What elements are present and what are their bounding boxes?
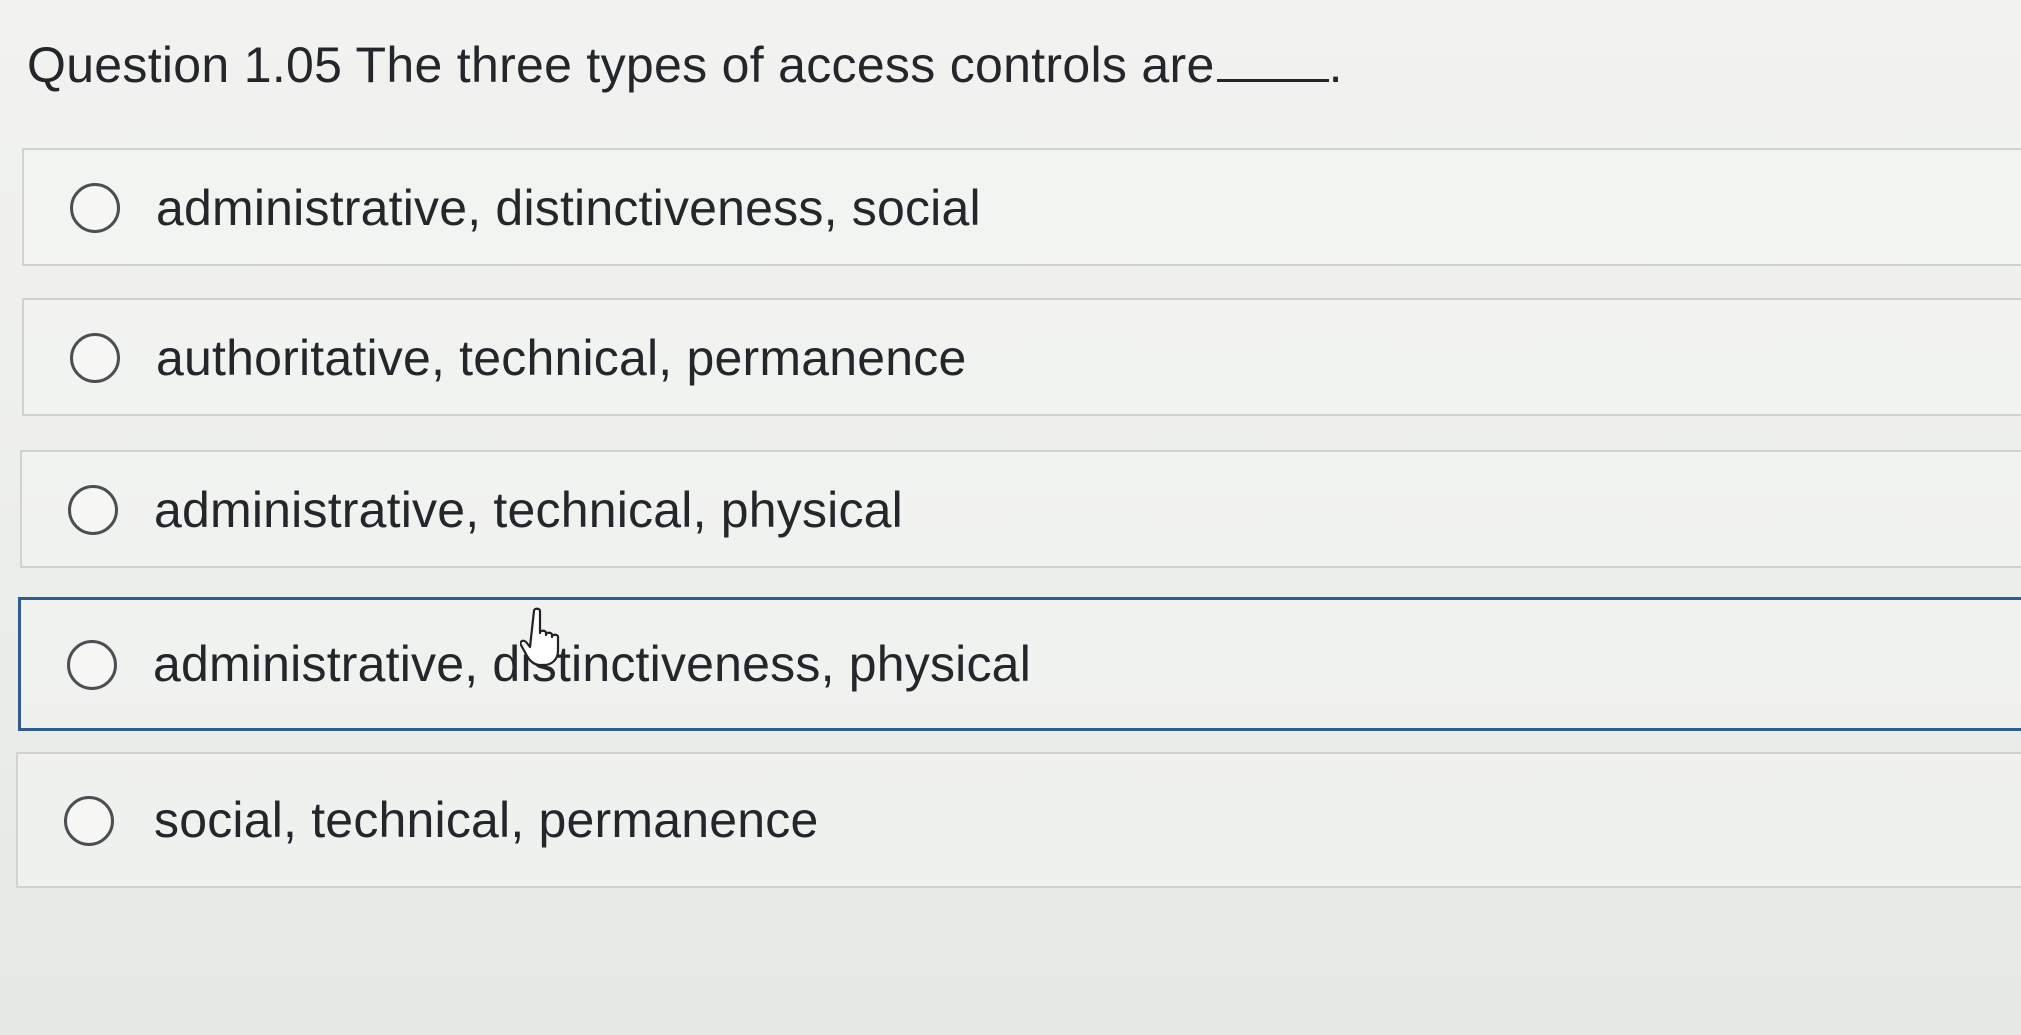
option-label: social, technical, permanence <box>154 792 819 848</box>
option-5[interactable]: social, technical, permanence <box>16 752 2021 888</box>
radio-button-empty-icon[interactable] <box>70 183 120 233</box>
radio-button-empty-icon[interactable] <box>64 796 114 846</box>
option-3[interactable]: administrative, technical, physical <box>20 450 2021 568</box>
quiz-page: Question 1.05 The three types of access … <box>0 0 2021 1035</box>
option-label: authoritative, technical, permanence <box>156 330 967 386</box>
option-4[interactable]: administrative, distinctiveness, physica… <box>18 597 2021 731</box>
question-end-punctuation: . <box>1328 37 1343 93</box>
option-label: administrative, distinctiveness, physica… <box>153 636 1031 692</box>
option-2[interactable]: authoritative, technical, permanence <box>22 298 2021 416</box>
option-label: administrative, technical, physical <box>154 482 903 538</box>
option-label: administrative, distinctiveness, social <box>156 180 981 236</box>
question-prompt: Question 1.05 The three types of access … <box>27 30 1343 100</box>
option-1[interactable]: administrative, distinctiveness, social <box>22 148 2021 266</box>
answer-blank <box>1216 35 1329 82</box>
question-text: Question 1.05 The three types of access … <box>27 37 1215 93</box>
radio-button-empty-icon[interactable] <box>68 485 118 535</box>
radio-button-empty-icon[interactable] <box>67 640 117 690</box>
radio-button-empty-icon[interactable] <box>70 333 120 383</box>
